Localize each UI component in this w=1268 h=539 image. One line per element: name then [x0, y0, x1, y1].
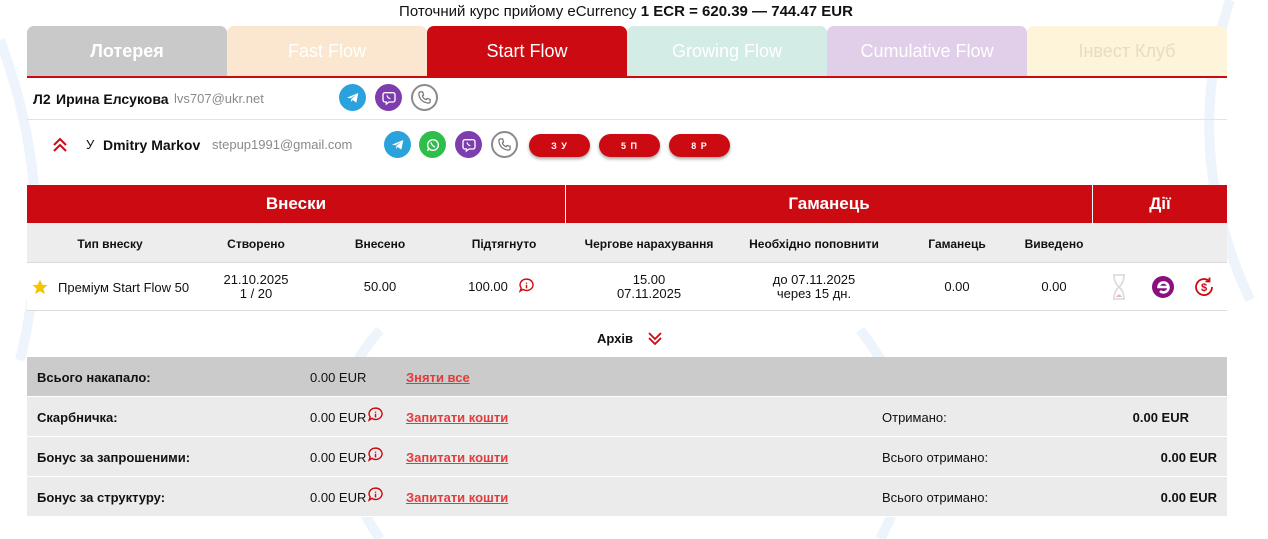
summary-right-value: 0.00 EUR — [1132, 410, 1189, 425]
topup-cell: до 07.11.2025 через 15 дн. — [773, 273, 856, 301]
created-cell: 21.10.2025 1 / 20 — [223, 273, 288, 301]
summary-value: 0.00 EUR — [310, 450, 367, 465]
viber-icon[interactable] — [375, 84, 402, 111]
column-withdrawn: Виведено — [1024, 237, 1084, 251]
summary-right-value: 0.00 EUR — [1160, 490, 1217, 505]
user-level: Л2 — [33, 91, 51, 107]
group-wallet: Гаманець — [566, 185, 1093, 223]
request-funds-link[interactable]: Запитати кошти — [406, 410, 508, 425]
user-name: Ирина Елсукова — [56, 91, 169, 107]
column-type: Тип внеску — [77, 237, 143, 251]
column-pulled: Підтягнуто — [471, 237, 537, 251]
summary-row-piggybank: Скарбничка: 0.00 EUR Запитати кошти Отри… — [27, 397, 1227, 437]
info-icon[interactable] — [367, 406, 384, 426]
next-accrual-date: 07.11.2025 — [616, 286, 682, 301]
tab-label: Cumulative Flow — [860, 40, 994, 61]
tabs-divider — [27, 76, 1227, 78]
summary-value: 0.00 EUR — [310, 370, 367, 385]
summary-right-label: Всього отримано: — [882, 490, 989, 505]
wallet-value: 0.00 — [944, 279, 970, 294]
tab-cumulative-flow[interactable]: Cumulative Flow — [827, 26, 1027, 76]
topup-date: до 07.11.2025 — [772, 272, 856, 287]
archive-toggle[interactable]: Архів — [597, 327, 662, 346]
summary-label: Всього накапало: — [37, 370, 151, 385]
request-funds-link[interactable]: Запитати кошти — [406, 490, 508, 505]
summary-value: 0.00 EUR — [310, 410, 367, 425]
withdrawn-value: 0.00 — [1041, 279, 1067, 294]
pill-button-8r[interactable]: 8 Р — [669, 134, 730, 157]
next-accrual-amount: 15.00 — [632, 272, 666, 287]
sponsor-row: У Dmitry Markov stepup1991@gmail.com З У… — [27, 122, 1227, 168]
deposited-value: 50.00 — [363, 279, 397, 294]
summary-row-invite-bonus: Бонус за запрошеними: 0.00 EUR Запитати … — [27, 437, 1227, 477]
hourglass-icon[interactable] — [1110, 273, 1128, 304]
info-icon[interactable] — [518, 277, 535, 297]
tab-growing-flow[interactable]: Growing Flow — [627, 26, 827, 76]
svg-text:$: $ — [1201, 282, 1207, 294]
telegram-icon[interactable] — [384, 131, 411, 158]
tab-fast-flow[interactable]: Fast Flow — [227, 26, 427, 76]
group-deposits: Внески — [27, 185, 566, 223]
phone-icon[interactable] — [491, 131, 518, 158]
deposit-type: Преміум Start Flow 50 — [58, 280, 190, 295]
exchange-rate-prefix: Поточний курс прийому eCurrency — [399, 3, 637, 20]
table-row: Преміум Start Flow 50 21.10.2025 1 / 20 … — [27, 263, 1227, 311]
phone-icon[interactable] — [411, 84, 438, 111]
summary-right-label: Отримано: — [882, 410, 947, 425]
pill-button-5p[interactable]: 5 П — [599, 134, 660, 157]
column-wallet: Гаманець — [928, 237, 986, 251]
exchange-rate: Поточний курс прийому eCurrency 1 ECR = … — [0, 3, 1252, 20]
table-column-header: Тип внеску Створено Внесено Підтягнуто Ч… — [27, 223, 1227, 263]
summary-label: Скарбничка: — [37, 410, 118, 425]
summary-value: 0.00 EUR — [310, 490, 367, 505]
group-actions: Дії — [1149, 194, 1171, 213]
sponsor-name: Dmitry Markov — [103, 137, 201, 153]
viber-icon[interactable] — [455, 131, 482, 158]
tab-label: Інвест Клуб — [1078, 40, 1176, 61]
tab-label: Growing Flow — [671, 40, 783, 61]
ecurrency-icon[interactable] — [1151, 275, 1175, 302]
summary-label: Бонус за структуру: — [37, 490, 166, 505]
sponsor-up-arrow-icon[interactable] — [51, 136, 69, 159]
archive-label: Архів — [597, 331, 633, 346]
summary-row-structure-bonus: Бонус за структуру: 0.00 EUR Запитати ко… — [27, 477, 1227, 517]
telegram-icon[interactable] — [339, 84, 366, 111]
exchange-rate-value: 1 ECR = 620.39 — 744.47 EUR — [640, 3, 853, 20]
column-created: Створено — [227, 237, 285, 251]
tab-start-flow[interactable]: Start Flow — [427, 26, 627, 76]
user-row: Л2 Ирина Елсукова lvs707@ukr.net — [27, 80, 1227, 120]
summary-right-value: 0.00 EUR — [1160, 450, 1217, 465]
table-group-header: Внески Гаманець Дії — [27, 185, 1227, 223]
column-next-accrual: Чергове нарахування — [584, 237, 714, 251]
pulled-value: 100.00 — [468, 279, 508, 294]
info-icon[interactable] — [367, 486, 384, 506]
summary-panel: Всього накапало: 0.00 EUR Зняти все Скар… — [27, 357, 1227, 517]
star-icon — [31, 278, 49, 299]
created-count: 1 / 20 — [239, 286, 273, 301]
program-tabs: Лотерея Fast Flow Start Flow Growing Flo… — [27, 26, 1227, 76]
user-email: lvs707@ukr.net — [174, 91, 264, 106]
whatsapp-icon[interactable] — [419, 131, 446, 158]
pill-button-zu[interactable]: З У — [529, 134, 590, 157]
request-funds-link[interactable]: Запитати кошти — [406, 450, 508, 465]
refund-icon[interactable]: $ — [1192, 275, 1216, 302]
tab-label: Start Flow — [486, 40, 568, 61]
withdraw-all-link[interactable]: Зняти все — [406, 370, 470, 385]
summary-row-total: Всього накапало: 0.00 EUR Зняти все — [27, 357, 1227, 397]
chevron-double-down-icon — [647, 332, 663, 349]
tab-label: Fast Flow — [287, 40, 366, 61]
tab-lottery[interactable]: Лотерея — [27, 26, 227, 76]
sponsor-email: stepup1991@gmail.com — [212, 137, 353, 152]
summary-label: Бонус за запрошеними: — [37, 450, 191, 465]
info-icon[interactable] — [367, 446, 384, 466]
created-date: 21.10.2025 — [223, 272, 289, 287]
next-accrual-cell: 15.00 07.11.2025 — [617, 273, 681, 301]
summary-right-label: Всього отримано: — [882, 450, 989, 465]
sponsor-prefix: У — [86, 137, 95, 152]
topup-days: через 15 дн. — [776, 286, 852, 301]
column-deposited: Внесено — [354, 237, 406, 251]
tab-invest-club[interactable]: Інвест Клуб — [1027, 26, 1227, 76]
tab-label: Лотерея — [90, 40, 164, 61]
column-topup-needed: Необхідно поповнити — [749, 237, 879, 251]
